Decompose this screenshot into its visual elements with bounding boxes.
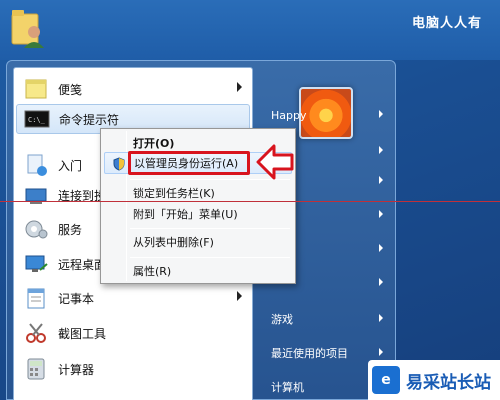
program-label: 便笺: [58, 82, 83, 97]
submenu-arrow-icon: [379, 110, 383, 118]
submenu-arrow-icon: [379, 176, 383, 184]
right-item-games[interactable]: 游戏: [265, 305, 389, 333]
notepad-icon: [22, 286, 50, 310]
program-label: 记事本: [58, 291, 95, 306]
program-item-calculator[interactable]: 计算器: [16, 354, 250, 384]
calculator-icon: [22, 357, 50, 381]
submenu-arrow-icon: [379, 278, 383, 286]
right-item-happy[interactable]: Happy: [265, 101, 389, 129]
getting-started-icon: [22, 153, 50, 177]
right-item-label: 最近使用的项目: [271, 347, 348, 360]
menu-item-label: 锁定到任务栏(K): [133, 187, 215, 200]
right-item-label: Happy: [271, 108, 307, 122]
program-label: 截图工具: [58, 326, 107, 341]
program-item-notepad[interactable]: 记事本: [16, 283, 250, 313]
annotation-highlight-box: [128, 151, 250, 175]
services-icon: [22, 217, 50, 241]
submenu-arrow-icon: [237, 82, 242, 92]
program-label: 入门: [58, 158, 83, 173]
menu-item-label: 打开(O): [133, 137, 175, 150]
annotation-arrow-icon: [256, 142, 296, 182]
submenu-arrow-icon: [379, 244, 383, 252]
snipping-tool-icon: [22, 321, 50, 345]
remote-desktop-icon: [22, 252, 50, 276]
menu-item-label: 属性(R): [133, 265, 172, 278]
logo-mark-icon: e: [372, 366, 400, 394]
menu-separator: [130, 228, 290, 229]
command-prompt-icon: C:\_: [23, 107, 51, 131]
submenu-arrow-icon: [379, 348, 383, 356]
menu-item-remove-from-list[interactable]: 从列表中删除(F): [104, 231, 292, 253]
svg-text:C:\_: C:\_: [28, 116, 46, 124]
program-item-snipping-tool[interactable]: 截图工具: [16, 318, 250, 348]
menu-separator: [130, 257, 290, 258]
sticky-notes-icon: [22, 77, 50, 101]
logo-text: 易采站长站: [406, 372, 491, 393]
menu-item-label: 从列表中删除(F): [133, 236, 214, 249]
program-label: 服务: [58, 222, 83, 237]
program-item-sticky-notes[interactable]: 便笺: [16, 74, 250, 104]
menu-item-pin-start[interactable]: 附到「开始」菜单(U): [104, 203, 292, 225]
menu-item-properties[interactable]: 属性(R): [104, 260, 292, 282]
user-folder-icon[interactable]: [10, 6, 46, 48]
projector-icon: [22, 183, 50, 207]
submenu-arrow-icon: [379, 314, 383, 322]
shield-icon: [112, 157, 126, 171]
annotation-line: [0, 201, 500, 202]
submenu-arrow-icon: [237, 291, 242, 301]
menu-item-label: 附到「开始」菜单(U): [133, 208, 238, 221]
site-logo: e 易采站长站: [368, 360, 500, 400]
program-label: 计算器: [58, 362, 95, 377]
right-item-label: 游戏: [271, 313, 293, 326]
submenu-arrow-icon: [379, 210, 383, 218]
right-item-label: 计算机: [271, 381, 304, 394]
watermark-text: 电脑人人有: [411, 16, 482, 31]
submenu-arrow-icon: [379, 146, 383, 154]
program-label: 命令提示符: [59, 112, 120, 127]
